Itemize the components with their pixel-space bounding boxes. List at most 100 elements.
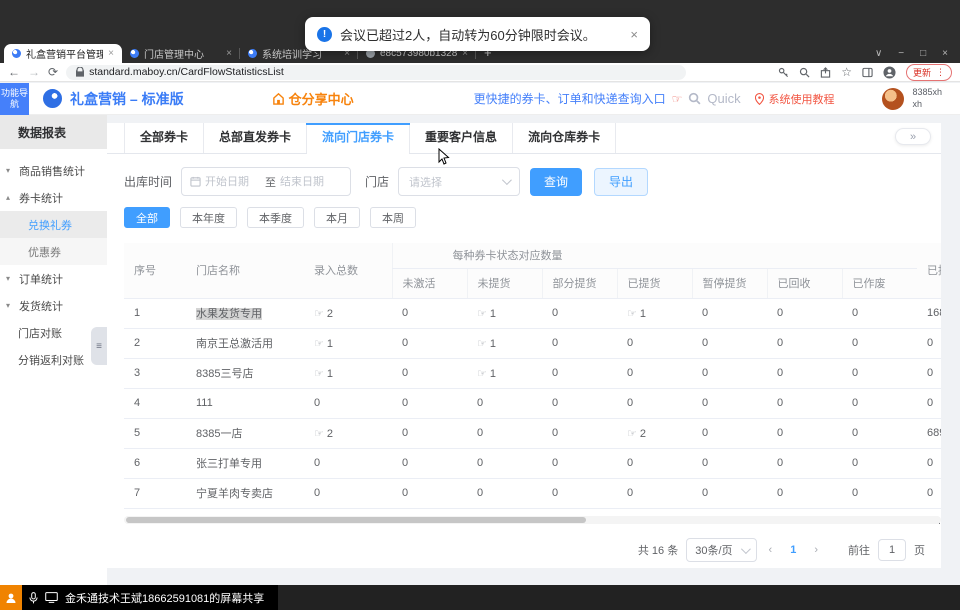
- status-cell-1: ☞1: [467, 298, 542, 328]
- status-cell-4: 0: [692, 358, 767, 388]
- cell-link-value[interactable]: 1: [327, 368, 333, 380]
- store-name: 水果发货专用: [196, 308, 262, 320]
- goto-label: 前往: [848, 542, 870, 558]
- user-name-line2: xh: [912, 99, 942, 110]
- horizontal-scrollbar[interactable]: [124, 516, 941, 524]
- microphone-icon[interactable]: [29, 592, 38, 604]
- cell-link-value[interactable]: 1: [490, 308, 496, 320]
- side-panel-icon[interactable]: [862, 67, 873, 78]
- tab-0[interactable]: 全部券卡: [124, 123, 204, 153]
- status-cell-5: 0: [767, 478, 842, 508]
- maximize-icon[interactable]: □: [920, 48, 926, 59]
- tab-3[interactable]: 重要客户信息: [410, 123, 513, 153]
- search-button[interactable]: 查询: [530, 168, 582, 196]
- status-cell-1: 0: [467, 448, 542, 478]
- sidebar-item-3[interactable]: 优惠券: [0, 238, 107, 265]
- menu-dots-icon[interactable]: ⋮: [936, 67, 945, 78]
- cell-link-value[interactable]: 2: [327, 308, 333, 320]
- screen-icon[interactable]: [45, 592, 58, 603]
- amount-cell: 0: [917, 358, 941, 388]
- browser-tab-0[interactable]: 礼盒营销平台管理中心×: [4, 44, 122, 63]
- scrollbar-thumb[interactable]: [126, 517, 586, 523]
- col-header-amount: 已提货金额: [917, 243, 941, 298]
- table-row: 7宁夏羊肉专卖店000000000: [124, 478, 941, 508]
- status-cell-0: 0: [392, 358, 467, 388]
- pointing-finger-icon: ☞: [672, 92, 683, 106]
- reload-icon[interactable]: ⟳: [48, 66, 58, 78]
- profile-avatar-icon[interactable]: [883, 66, 896, 79]
- panel-collapse-button[interactable]: »: [895, 128, 931, 145]
- url-bar[interactable]: standard.maboy.cn/CardFlowStatisticsList: [66, 65, 686, 80]
- prev-page-button[interactable]: ‹: [765, 544, 777, 556]
- page-size-chevron-icon: [740, 544, 750, 554]
- quick-entry-text: 更快捷的券卡、订单和快递查询入口: [474, 90, 666, 107]
- status-col-header-5: 已回收: [767, 268, 842, 298]
- store-filter-label: 门店: [365, 173, 389, 190]
- tab-close-icon[interactable]: ×: [226, 49, 232, 59]
- browser-tab-1[interactable]: 门店管理中心×: [122, 44, 240, 63]
- tab-1[interactable]: 总部直发券卡: [204, 123, 307, 153]
- store-select[interactable]: 请选择: [398, 167, 520, 196]
- cell-link-value[interactable]: 1: [327, 338, 333, 350]
- table-row: 58385一店☞2000☞2000689.0: [124, 418, 941, 448]
- key-icon[interactable]: [778, 67, 789, 78]
- share-center-link[interactable]: 仓分享中心: [272, 89, 354, 108]
- row-index: 3: [124, 358, 186, 388]
- range-chip-3[interactable]: 本月: [314, 207, 360, 228]
- profile-chevron-icon[interactable]: ∨: [875, 48, 882, 59]
- chrome-update-button[interactable]: 更新 ⋮: [906, 64, 952, 81]
- tutorial-link[interactable]: 系统使用教程: [755, 91, 834, 107]
- status-cell-5: 0: [767, 358, 842, 388]
- window-close-icon[interactable]: ×: [942, 48, 948, 59]
- cell-link-value[interactable]: 2: [640, 428, 646, 440]
- tab-2[interactable]: 流向门店券卡: [307, 123, 410, 153]
- store-name: 宁夏羊肉专卖店: [196, 488, 273, 500]
- quick-search-entry[interactable]: 更快捷的券卡、订单和快递查询入口 ☞ Quick: [474, 90, 741, 107]
- share-user-icon[interactable]: [0, 585, 22, 610]
- goto-page-input[interactable]: [878, 539, 906, 561]
- main-area: 全部券卡总部直发券卡流向门店券卡重要客户信息流向仓库券卡 » 出库时间 至 门店…: [107, 115, 960, 585]
- row-index: 1: [124, 298, 186, 328]
- forward-icon[interactable]: →: [28, 66, 40, 78]
- back-icon[interactable]: ←: [8, 66, 20, 78]
- date-range-picker[interactable]: 至: [181, 167, 351, 196]
- range-chip-4[interactable]: 本周: [370, 207, 416, 228]
- status-cell-1: ☞1: [467, 328, 542, 358]
- card-flow-tabs: 全部券卡总部直发券卡流向门店券卡重要客户信息流向仓库券卡: [107, 123, 941, 154]
- cell-link-value[interactable]: 1: [490, 338, 496, 350]
- zoom-icon[interactable]: [799, 67, 810, 78]
- page-size-select[interactable]: 30条/页: [686, 538, 756, 562]
- amount-cell: 0: [917, 388, 941, 418]
- sidebar-item-4[interactable]: ▾订单统计: [0, 265, 107, 292]
- amount-cell: 168.0: [917, 298, 941, 328]
- status-cell-6: 0: [842, 298, 917, 328]
- start-date-input[interactable]: [205, 176, 261, 188]
- tab-close-icon[interactable]: ×: [108, 49, 114, 59]
- range-chip-1[interactable]: 本年度: [180, 207, 237, 228]
- sidebar-item-5[interactable]: ▾发货统计: [0, 292, 107, 319]
- sidebar-item-1[interactable]: ▴券卡统计: [0, 184, 107, 211]
- toast-close-icon[interactable]: ×: [630, 27, 638, 42]
- cell-link-value[interactable]: 2: [327, 428, 333, 440]
- link-finger-icon: ☞: [477, 308, 487, 320]
- range-chip-2[interactable]: 本季度: [247, 207, 304, 228]
- export-button[interactable]: 导出: [594, 168, 648, 196]
- table-row: 2南京王总激活用☞10☞1000000: [124, 328, 941, 358]
- range-chip-0[interactable]: 全部: [124, 207, 170, 228]
- row-index: 2: [124, 328, 186, 358]
- sidebar-item-2[interactable]: 兑换礼券: [0, 211, 107, 238]
- function-nav-toggle[interactable]: 功能导航: [0, 83, 29, 115]
- sidebar-item-0[interactable]: ▾商品销售统计: [0, 157, 107, 184]
- current-page[interactable]: 1: [784, 544, 802, 556]
- user-avatar[interactable]: [882, 88, 904, 110]
- bookmark-star-icon[interactable]: ☆: [841, 66, 852, 78]
- cell-link-value[interactable]: 1: [490, 368, 496, 380]
- share-icon[interactable]: [820, 67, 831, 78]
- cell-link-value[interactable]: 1: [640, 308, 646, 320]
- end-date-input[interactable]: [280, 176, 336, 188]
- sidebar-item-label: 门店对账: [18, 325, 62, 341]
- minimize-icon[interactable]: −: [898, 48, 904, 59]
- tab-4[interactable]: 流向仓库券卡: [513, 123, 616, 153]
- next-page-button[interactable]: ›: [810, 544, 822, 556]
- sidebar-collapse-handle[interactable]: ≡: [91, 327, 107, 365]
